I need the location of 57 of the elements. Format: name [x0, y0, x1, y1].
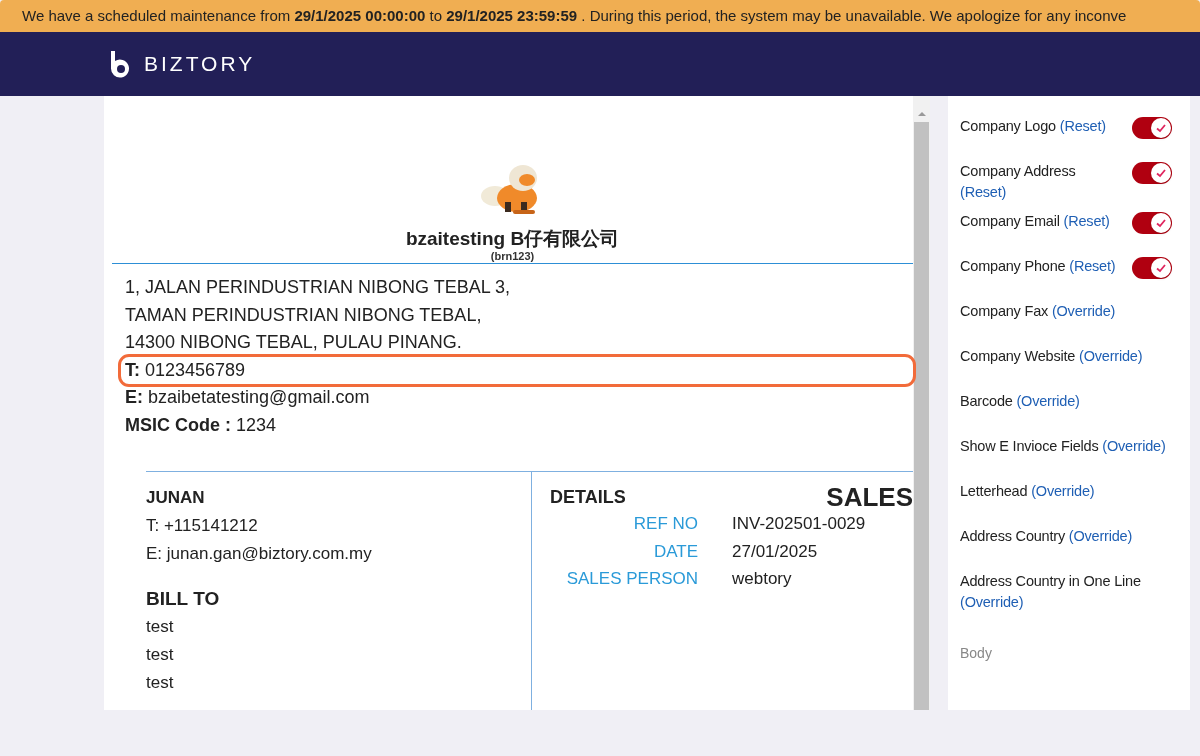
- setting-action-link[interactable]: (Reset): [1069, 258, 1116, 274]
- setting-action-link[interactable]: (Reset): [960, 184, 1007, 200]
- bill-to-line: test: [146, 616, 175, 638]
- detail-value: INV-202501-0029: [732, 513, 867, 535]
- setting-action-link[interactable]: (Override): [1102, 438, 1166, 454]
- scrollbar[interactable]: [913, 96, 930, 710]
- setting-action-link[interactable]: (Override): [1068, 528, 1133, 544]
- detail-label: DATE: [652, 540, 698, 563]
- document-title: SALES: [826, 482, 913, 512]
- bill-to-heading: BILL TO: [146, 587, 221, 611]
- toggle-switch[interactable]: [1132, 257, 1172, 279]
- check-icon: [1155, 167, 1167, 179]
- setting-label: Company Website (Override): [960, 347, 1143, 366]
- sender-contact: E: junan.gan@biztory.com.my: [146, 543, 373, 565]
- detail-value: webtory: [732, 568, 793, 590]
- bill-to-line: test: [146, 644, 175, 666]
- detail-value: 27/01/2025: [732, 540, 819, 563]
- sender-contact: T: +115141212: [146, 515, 259, 537]
- sender-name: JUNAN: [146, 487, 206, 509]
- address-line: 1, JALAN PERINDUSTRIAN NIBONG TEBAL 3,: [125, 276, 512, 299]
- bill-to-line: test: [146, 672, 175, 694]
- toggle-switch[interactable]: [1132, 162, 1172, 184]
- detail-label: REF NO: [632, 513, 698, 535]
- setting-label: Show E Invioce Fields (Override): [960, 437, 1166, 456]
- maintenance-message: We have a scheduled maintenance from 29/1/2025 00:00:00 to 29/1/2025 23:59:59 . During this period, the system may be unavailable. We apologize for any inconve: [22, 5, 1127, 26]
- toggle-switch[interactable]: [1132, 117, 1172, 139]
- check-icon: [1155, 122, 1167, 134]
- setting-action-link[interactable]: (Reset): [1063, 213, 1110, 229]
- address-line: 14300 NIBONG TEBAL, PULAU PINANG.: [125, 331, 463, 354]
- setting-action-link[interactable]: (Override): [1051, 303, 1116, 319]
- setting-action-link[interactable]: (Override): [1079, 348, 1143, 364]
- setting-label: Company Email (Reset): [960, 212, 1110, 231]
- check-icon: [1155, 262, 1167, 274]
- contact-line: T: 0123456789: [125, 359, 246, 380]
- company-name: bzaitesting B仔有限公司: [404, 228, 621, 250]
- setting-label: Barcode (Override): [960, 392, 1080, 411]
- setting-label: Address Country in One Line (Override): [960, 572, 1142, 612]
- setting-label: Company Logo (Reset): [960, 117, 1106, 136]
- detail-label: SALES PERSON: [565, 568, 698, 590]
- section-heading: Body: [960, 644, 993, 663]
- setting-label: Company Address (Reset): [960, 162, 1077, 202]
- check-icon: [1155, 217, 1167, 229]
- setting-action-link[interactable]: (Override): [1016, 393, 1080, 409]
- contact-line: MSIC Code : 1234: [125, 414, 277, 435]
- address-line: TAMAN PERINDUSTRIAN NIBONG TEBAL,: [125, 303, 483, 327]
- contact-line: E: bzaibetatesting@gmail.com: [125, 387, 370, 407]
- setting-action-link[interactable]: (Override): [1031, 483, 1095, 499]
- registration-number: (brn123): [489, 250, 536, 263]
- setting-label: Letterhead (Override): [960, 482, 1095, 501]
- brand-name: BIZTORY: [144, 51, 256, 78]
- setting-action-link[interactable]: (Override): [960, 594, 1024, 610]
- toggle-switch[interactable]: [1132, 212, 1172, 234]
- setting-label: Company Fax (Override): [960, 302, 1116, 321]
- setting-label: Company Phone (Reset): [960, 257, 1116, 276]
- details-heading: DETAILS: [550, 486, 626, 509]
- setting-label: Address Country (Override): [960, 527, 1133, 546]
- setting-action-link[interactable]: (Reset): [1059, 118, 1106, 134]
